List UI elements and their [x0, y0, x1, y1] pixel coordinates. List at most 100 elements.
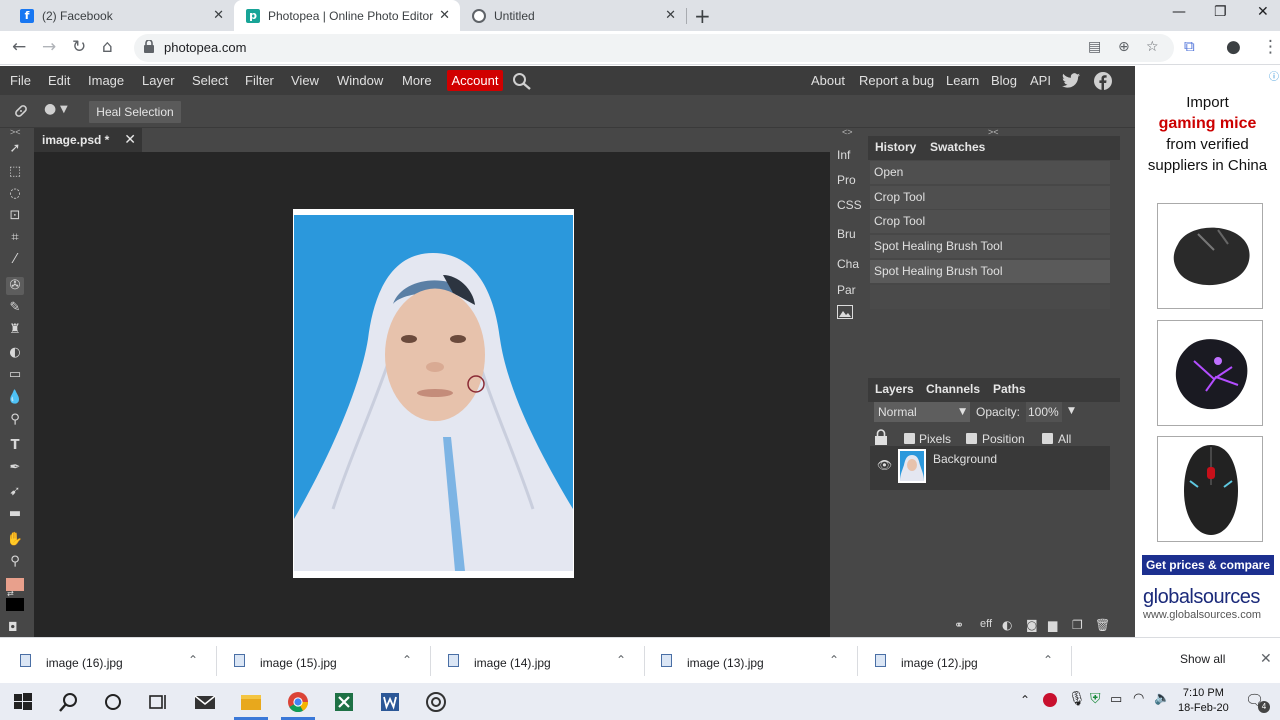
forward-icon[interactable]: → — [42, 37, 56, 57]
volume-icon[interactable]: 🔈 — [1154, 691, 1170, 706]
quick-mask-icon[interactable]: ◘ — [8, 620, 18, 634]
facebook-icon[interactable] — [1094, 72, 1112, 90]
close-icon[interactable]: ✕ — [439, 8, 450, 23]
menu-learn[interactable]: Learn — [946, 73, 979, 88]
link-icon[interactable]: ⚭ — [954, 618, 964, 632]
effects-button[interactable]: eff — [980, 618, 992, 630]
collapse-icon[interactable]: >< — [10, 127, 21, 137]
window-close-icon[interactable]: ✕ — [1257, 4, 1269, 20]
menu-file[interactable]: File — [10, 73, 31, 88]
address-bar[interactable]: photopea.com ▤ ⊕ ☆ — [134, 34, 1174, 62]
chevron-up-icon[interactable]: ⌃ — [1043, 653, 1053, 667]
history-item[interactable]: Spot Healing Brush Tool — [870, 235, 1110, 258]
microphone-icon[interactable]: 🎙 — [1068, 691, 1086, 707]
canvas-area[interactable] — [34, 152, 830, 637]
history-item[interactable]: Open — [870, 161, 1110, 184]
brush-tool-icon[interactable]: ✎ — [6, 299, 24, 317]
ad-banner[interactable]: ⓘ Import gaming mice from verified suppl… — [1135, 66, 1280, 637]
gradient-tool-icon[interactable]: ▭ — [6, 366, 24, 384]
lock-position-checkbox[interactable] — [966, 433, 977, 444]
panel-css[interactable]: CSS — [837, 198, 862, 212]
close-icon[interactable]: ✕ — [124, 128, 136, 152]
translate-icon[interactable]: ⧉ — [1184, 37, 1195, 55]
document-photo[interactable] — [293, 209, 574, 578]
chevron-up-icon[interactable]: ⌃ — [1020, 693, 1030, 707]
chevron-up-icon[interactable]: ⌃ — [188, 653, 198, 667]
chevron-up-icon[interactable]: ⌃ — [402, 653, 412, 667]
history-item-current[interactable]: Spot Healing Brush Tool — [870, 260, 1110, 283]
menu-api[interactable]: API — [1030, 73, 1051, 88]
download-item[interactable]: image (16).jpg ⌃ — [0, 638, 214, 684]
lasso-tool-icon[interactable]: ◌ — [6, 185, 24, 203]
stamp-tool-icon[interactable]: ♜ — [6, 321, 24, 339]
home-icon[interactable]: ⌂ — [102, 37, 113, 57]
chevron-down-icon[interactable]: ▼ — [1068, 406, 1075, 416]
crop-tool-icon[interactable]: ⌗ — [6, 229, 24, 247]
brush-size-icon[interactable]: ● — [44, 101, 56, 117]
trash-icon[interactable]: 🗑 — [1095, 618, 1110, 632]
swap-colors-icon[interactable]: ⇄ — [7, 589, 14, 598]
record-icon[interactable] — [1043, 693, 1057, 707]
shape-tool-icon[interactable]: ▬ — [6, 505, 24, 523]
tab-paths[interactable]: Paths — [993, 382, 1026, 396]
folder-icon[interactable]: ▆ — [1048, 618, 1057, 632]
excel-icon[interactable] — [333, 691, 355, 713]
panel-brush[interactable]: Bru — [837, 227, 856, 241]
download-item[interactable]: image (12).jpg ⌃ — [855, 638, 1069, 684]
battery-icon[interactable]: ▭ — [1110, 692, 1122, 707]
lock-all-checkbox[interactable] — [1042, 433, 1053, 444]
document-tab[interactable]: image.psd * ✕ — [34, 128, 142, 152]
twitter-icon[interactable] — [1062, 73, 1080, 88]
menu-image[interactable]: Image — [88, 73, 124, 88]
tab-untitled[interactable]: Untitled ✕ — [460, 0, 686, 31]
tab-channels[interactable]: Channels — [926, 382, 980, 396]
task-view-icon[interactable] — [147, 691, 169, 713]
heal-selection-button[interactable]: Heal Selection — [89, 101, 181, 123]
shield-icon[interactable]: ⛨ — [1090, 691, 1101, 707]
panel-character[interactable]: Cha — [837, 257, 859, 271]
menu-select[interactable]: Select — [192, 73, 228, 88]
dodge-tool-icon[interactable]: ⚲ — [6, 411, 24, 429]
adjustment-icon[interactable]: ◐ — [1002, 618, 1012, 632]
hand-tool-icon[interactable]: ✋ — [6, 531, 24, 549]
history-item[interactable]: Crop Tool — [870, 210, 1110, 233]
panel-info[interactable]: Inf — [837, 148, 850, 162]
new-tab-icon[interactable]: + — [694, 4, 711, 28]
menu-layer[interactable]: Layer — [142, 73, 175, 88]
app-icon[interactable] — [425, 691, 447, 713]
tab-photopea[interactable]: p Photopea | Online Photo Editor ✕ — [234, 0, 460, 31]
close-icon[interactable]: ✕ — [1260, 651, 1272, 667]
file-explorer-icon[interactable] — [240, 691, 262, 713]
quick-select-tool-icon[interactable]: ⊡ — [6, 207, 24, 225]
chevron-down-icon[interactable]: ▼ — [60, 104, 68, 115]
image-icon[interactable] — [837, 305, 853, 319]
tab-facebook[interactable]: f (2) Facebook ✕ — [8, 0, 234, 31]
history-item[interactable]: Crop Tool — [870, 186, 1110, 209]
layer-row[interactable]: 👁 Background — [870, 446, 1110, 490]
menu-edit[interactable]: Edit — [48, 73, 70, 88]
chevron-up-icon[interactable]: ⌃ — [829, 653, 839, 667]
mask-icon[interactable]: ◙ — [1026, 618, 1038, 632]
tab-history[interactable]: History — [875, 140, 916, 154]
menu-more[interactable]: More — [402, 73, 432, 88]
menu-blog[interactable]: Blog — [991, 73, 1017, 88]
panel-paragraph[interactable]: Par — [837, 283, 856, 297]
maximize-icon[interactable]: ❐ — [1214, 4, 1227, 20]
background-color-swatch[interactable] — [6, 598, 24, 611]
tab-layers[interactable]: Layers — [875, 382, 914, 396]
adchoices-icon[interactable]: ⓘ — [1269, 68, 1279, 83]
expand-icon[interactable]: <> — [842, 127, 853, 137]
opacity-input[interactable]: 100% — [1026, 402, 1062, 422]
menu-report-bug[interactable]: Report a bug — [859, 73, 934, 88]
move-tool-icon[interactable]: ➚ — [6, 140, 24, 158]
system-clock[interactable]: 7:10 PM 18-Feb-20 — [1178, 686, 1229, 716]
new-layer-icon[interactable]: ❐ — [1072, 618, 1083, 632]
close-icon[interactable]: ✕ — [213, 8, 224, 23]
menu-filter[interactable]: Filter — [245, 73, 274, 88]
back-icon[interactable]: ← — [12, 37, 26, 57]
minimize-icon[interactable]: — — [1172, 4, 1186, 20]
ad-product-image[interactable] — [1157, 320, 1263, 426]
download-item[interactable]: image (13).jpg ⌃ — [641, 638, 855, 684]
mail-icon[interactable] — [194, 691, 216, 713]
wifi-icon[interactable]: ◠ — [1133, 691, 1144, 706]
